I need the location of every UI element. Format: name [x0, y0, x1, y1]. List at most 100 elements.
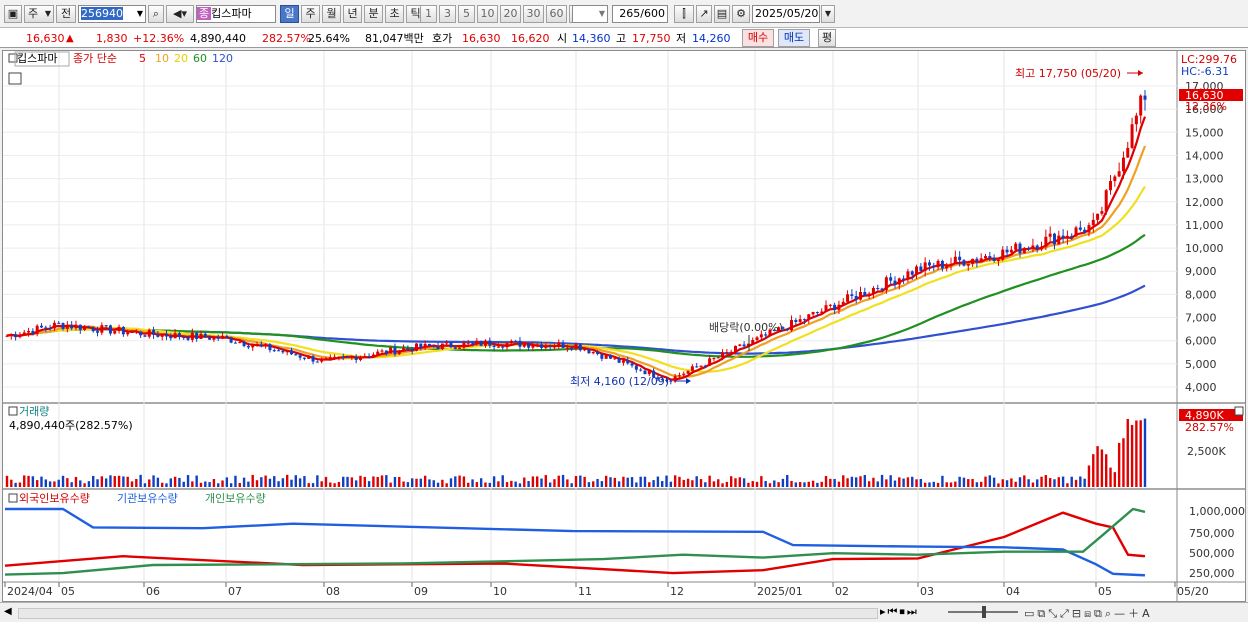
interval-tab-3[interactable]: 3 — [439, 5, 456, 23]
count-field[interactable]: 265/600 — [612, 5, 668, 23]
playback-controls-icon[interactable]: ▸⏮⏹⏭ — [880, 605, 919, 619]
candle-body — [690, 366, 694, 371]
current-price: 16,630 — [26, 32, 65, 45]
candle-body — [893, 280, 897, 285]
holdings-panel-menu-icon[interactable] — [8, 493, 18, 503]
volume-bar — [48, 481, 52, 487]
horizontal-scrollbar[interactable] — [18, 608, 878, 619]
volume-bar — [742, 478, 746, 487]
candle-body — [152, 329, 156, 335]
count-value: 265 — [619, 7, 641, 20]
candle-body — [61, 323, 65, 329]
type-select[interactable]: 주 ▼ — [24, 5, 54, 23]
volume-bar — [225, 477, 229, 487]
interval-tab-20[interactable]: 20 — [500, 5, 521, 23]
volume-bar — [1117, 442, 1121, 487]
gear-icon[interactable]: ⚙ — [732, 5, 750, 23]
candle-body — [841, 301, 845, 305]
candle-body — [729, 351, 733, 353]
buy-button[interactable]: 매수 — [742, 29, 774, 47]
candle-body — [790, 320, 794, 331]
candle-body — [971, 258, 975, 264]
candle-body — [462, 342, 466, 348]
volume-bar — [165, 483, 168, 487]
volume-bar — [204, 481, 207, 487]
volume-bar — [389, 482, 392, 487]
volume-bar — [708, 475, 711, 487]
candle-body — [626, 360, 630, 364]
stock-name-field[interactable]: 종 킵스파마 — [196, 5, 276, 23]
speaker-icon[interactable]: ◀▾ — [166, 5, 194, 23]
volume-panel-menu-icon[interactable] — [8, 406, 18, 416]
candle-body — [333, 356, 337, 358]
zoom-slider-handle[interactable] — [982, 606, 986, 618]
volume-bar — [954, 481, 957, 487]
volume-bar — [514, 481, 517, 487]
calculator-icon[interactable] — [8, 72, 22, 85]
close-icon[interactable] — [1234, 406, 1244, 416]
chart-svg[interactable]: 4,000 5,000 6,000 7,000 8,000 9,000 10,000 11,0… — [3, 51, 1245, 601]
period-tab-3[interactable]: 년 — [343, 5, 362, 23]
candle-body — [1065, 235, 1069, 239]
draw-tool-icon[interactable]: ↗ — [696, 5, 712, 23]
interval-custom-field[interactable]: ▼ — [572, 5, 608, 23]
sell-button[interactable]: 매도 — [778, 29, 810, 47]
candle-body — [984, 256, 988, 259]
candle-type-icon[interactable]: ⫿ — [674, 5, 694, 23]
candle-body — [884, 277, 888, 291]
candle-body — [1040, 246, 1044, 250]
chart-tools-icon[interactable]: ▭⧉⤡⤢⊟⧈⧉⌕—＋A — [1024, 605, 1153, 621]
candle-body — [669, 380, 673, 382]
candle-body — [199, 333, 203, 339]
scope-button[interactable]: 전 — [56, 5, 76, 23]
interval-tab-60[interactable]: 60 — [546, 5, 567, 23]
interval-tab-10[interactable]: 10 — [477, 5, 498, 23]
volume-bar — [988, 475, 992, 487]
candle-body — [975, 258, 979, 262]
volume-bar — [1001, 479, 1004, 487]
date-field[interactable]: 2025/05/20 — [752, 5, 820, 23]
candle-body — [1005, 249, 1009, 253]
scroll-left-icon[interactable]: ◀ — [4, 606, 12, 617]
candle-body — [699, 365, 703, 367]
chart-area[interactable]: 4,000 5,000 6,000 7,000 8,000 9,000 10,000 11,0… — [2, 50, 1246, 602]
stock-code-field[interactable]: 256940 ▼ — [78, 5, 146, 23]
volume-bar — [160, 482, 164, 487]
candle-body — [1070, 235, 1074, 237]
panel-menu-icon[interactable] — [8, 53, 18, 63]
candle-body — [96, 331, 100, 333]
date-axis-tick: 09 — [414, 585, 428, 598]
period-tab-5[interactable]: 초 — [385, 5, 404, 23]
window-menu-icon[interactable]: ▣ — [4, 5, 22, 23]
candle-body — [147, 329, 151, 337]
volume-bar — [1083, 478, 1086, 487]
candle-body — [78, 324, 82, 330]
interval-tab-1[interactable]: 1 — [420, 5, 437, 23]
volume-bar — [329, 482, 332, 487]
candle-body — [613, 358, 617, 360]
candle-body — [277, 350, 281, 352]
volume-bar — [587, 482, 591, 487]
volume-bar — [467, 482, 470, 487]
candle-body — [302, 357, 306, 359]
search-icon[interactable]: ⌕ — [148, 5, 164, 23]
candle-body — [962, 260, 966, 266]
candle-body — [354, 356, 358, 360]
volume-bar — [928, 482, 931, 487]
interval-tab-30[interactable]: 30 — [523, 5, 544, 23]
period-tab-2[interactable]: 월 — [322, 5, 341, 23]
interval-tab-5[interactable]: 5 — [458, 5, 475, 23]
candle-body — [324, 358, 328, 360]
candle-body — [229, 337, 233, 343]
period-tab-1[interactable]: 주 — [301, 5, 320, 23]
candle-body — [815, 312, 819, 314]
candle-body — [268, 344, 272, 351]
candle-body — [1014, 243, 1018, 250]
period-tab-4[interactable]: 분 — [364, 5, 383, 23]
calendar-dropdown-icon[interactable]: ▼ — [821, 5, 835, 23]
eval-button[interactable]: 평 — [818, 29, 836, 47]
candle-body — [52, 322, 56, 329]
save-icon[interactable]: ▤ — [714, 5, 730, 23]
candle-body — [1091, 219, 1095, 226]
period-tab-0[interactable]: 일 — [280, 5, 299, 23]
